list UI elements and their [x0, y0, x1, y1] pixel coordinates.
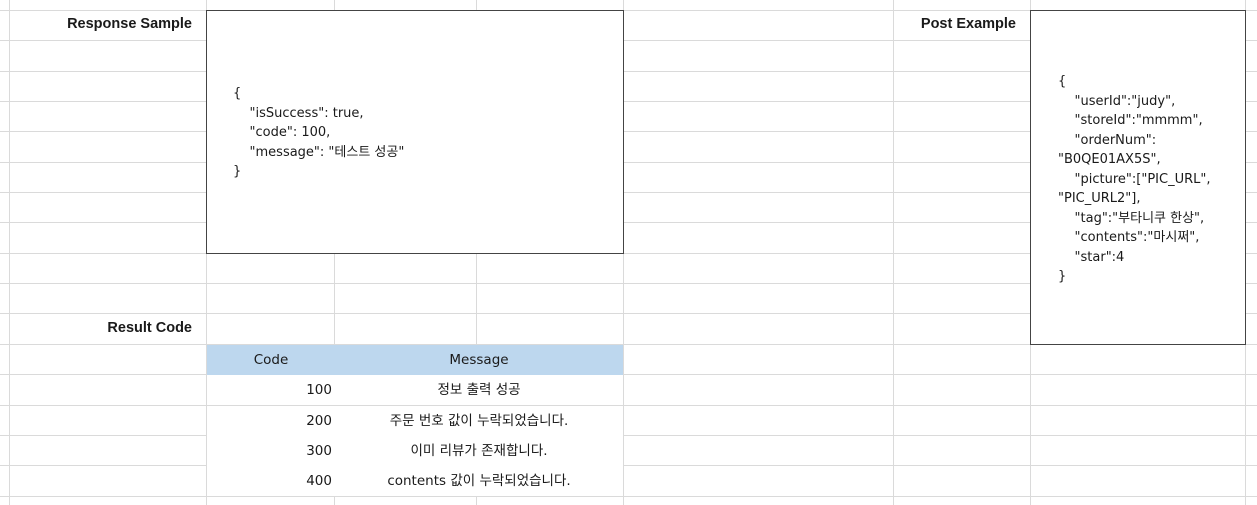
table-row-code[interactable]: 100: [207, 375, 335, 405]
table-row-code[interactable]: 200: [207, 406, 335, 436]
code-column-header[interactable]: Code: [207, 345, 335, 375]
result-code-label: Result Code: [107, 320, 192, 336]
response-sample-label: Response Sample: [67, 16, 192, 32]
table-row-code[interactable]: 400: [207, 466, 335, 496]
message-column-header[interactable]: Message: [335, 345, 623, 375]
post-example-json: { "userId":"judy", "storeId":"mmmm", "or…: [1058, 74, 1211, 284]
response-sample-json: { "isSuccess": true, "code": 100, "messa…: [233, 86, 405, 179]
post-example-box[interactable]: { "userId":"judy", "storeId":"mmmm", "or…: [1030, 10, 1246, 345]
response-sample-box[interactable]: { "isSuccess": true, "code": 100, "messa…: [206, 10, 624, 254]
table-row-message[interactable]: 주문 번호 값이 누락되었습니다.: [335, 406, 623, 436]
table-row-message[interactable]: contents 값이 누락되었습니다.: [335, 466, 623, 496]
table-row-message[interactable]: 이미 리뷰가 존재합니다.: [335, 436, 623, 466]
post-example-label: Post Example: [920, 16, 1016, 32]
table-row-message[interactable]: 정보 출력 성공: [335, 375, 623, 405]
table-row-code[interactable]: 300: [207, 436, 335, 466]
